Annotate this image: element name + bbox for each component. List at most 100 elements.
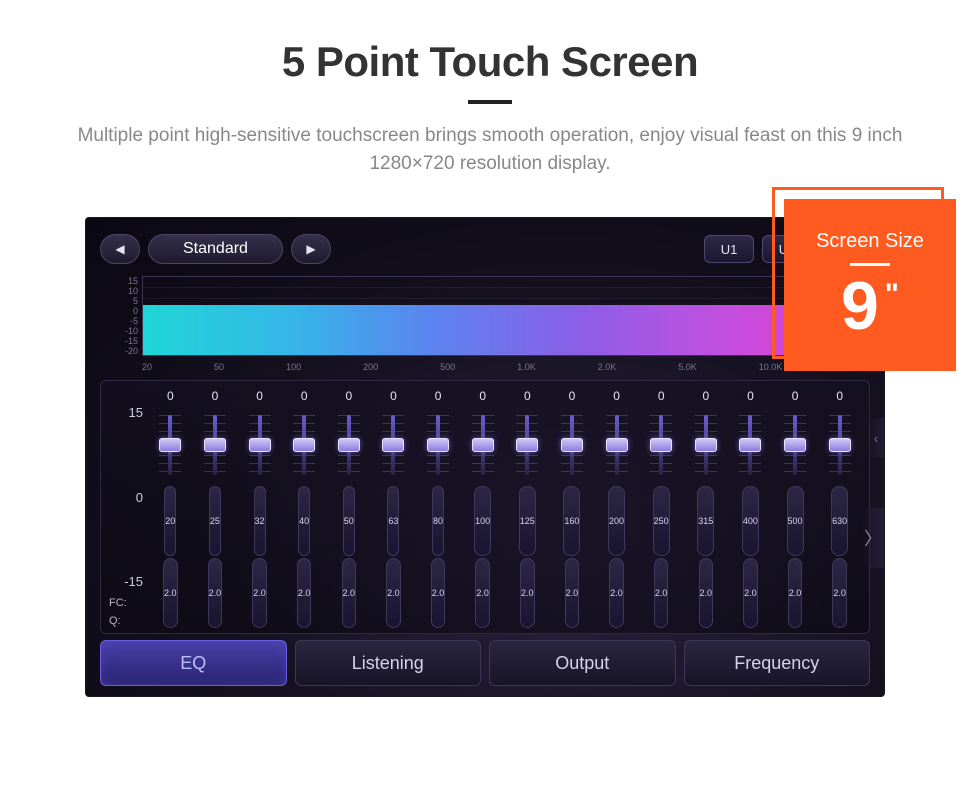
band-fc[interactable]: 500 [787, 486, 804, 556]
slider-knob[interactable] [606, 438, 628, 452]
band-fc[interactable]: 32 [254, 486, 266, 556]
eq-band: 0 20 2.0 [149, 389, 192, 629]
eq-band: 0322.0 [238, 389, 281, 629]
band-fc[interactable]: 400 [742, 486, 759, 556]
band-value: 0 [792, 389, 799, 405]
slider-knob[interactable] [561, 438, 583, 452]
slider-knob[interactable] [695, 438, 717, 452]
band-q[interactable]: 2.0 [208, 558, 223, 628]
slider-knob[interactable] [516, 438, 538, 452]
band-fc[interactable]: 100 [474, 486, 491, 556]
band-q[interactable]: 2.0 [565, 558, 580, 628]
tab-output[interactable]: Output [489, 640, 676, 686]
band-slider[interactable] [149, 411, 192, 479]
band-fc[interactable]: 125 [519, 486, 536, 556]
slider-knob[interactable] [427, 438, 449, 452]
band-fc[interactable]: 250 [653, 486, 670, 556]
band-fc[interactable]: 40 [298, 486, 310, 556]
eq-scale: 15 0 -15 [109, 405, 143, 589]
slider-knob[interactable] [739, 438, 761, 452]
slider-knob[interactable] [382, 438, 404, 452]
band-slider[interactable] [818, 411, 861, 479]
band-q[interactable]: 2.0 [386, 558, 401, 628]
band-fc[interactable]: 63 [387, 486, 399, 556]
spec-y-tick: -15 [116, 336, 138, 346]
band-fc[interactable]: 80 [432, 486, 444, 556]
band-slider[interactable] [729, 411, 772, 479]
band-q[interactable]: 2.0 [743, 558, 758, 628]
band-value: 0 [212, 389, 219, 405]
slider-knob[interactable] [829, 438, 851, 452]
band-q[interactable]: 2.0 [297, 558, 312, 628]
tab-frequency[interactable]: Frequency [684, 640, 871, 686]
eq-band: 02502.0 [640, 389, 683, 629]
spec-y-tick: 15 [116, 276, 138, 286]
band-slider[interactable] [595, 411, 638, 479]
band-q[interactable]: 2.0 [609, 558, 624, 628]
band-slider[interactable] [328, 411, 371, 479]
band-fc[interactable]: 20 [164, 486, 176, 556]
band-q[interactable]: 2.0 [788, 558, 803, 628]
badge-value: 9 [841, 272, 879, 340]
slider-knob[interactable] [204, 438, 226, 452]
band-fc[interactable]: 25 [209, 486, 221, 556]
panel-collapse-icon[interactable]: ‹ [868, 418, 884, 458]
band-q[interactable]: 2.0 [699, 558, 714, 628]
band-value: 0 [524, 389, 531, 405]
band-slider[interactable] [238, 411, 281, 479]
band-fc[interactable]: 315 [697, 486, 714, 556]
slider-knob[interactable] [338, 438, 360, 452]
band-fc[interactable]: 630 [831, 486, 848, 556]
band-q[interactable]: 2.0 [431, 558, 446, 628]
spectrum-plot [142, 276, 868, 356]
band-q[interactable]: 2.0 [832, 558, 847, 628]
band-slider[interactable] [283, 411, 326, 479]
eq-band: 0 63 2.0 [372, 389, 415, 629]
spectrum-fill [143, 305, 867, 355]
band-slider[interactable] [506, 411, 549, 479]
eq-band: 01002.0 [461, 389, 504, 629]
eq-band: 0 50 2.0 [328, 389, 371, 629]
slider-knob[interactable] [784, 438, 806, 452]
tab-listening[interactable]: Listening [295, 640, 482, 686]
slider-knob[interactable] [472, 438, 494, 452]
spec-y-tick: 5 [116, 296, 138, 306]
badge-unit: " [885, 278, 899, 312]
band-slider[interactable] [774, 411, 817, 479]
user-preset-u1[interactable]: U1 [704, 235, 754, 263]
slider-knob[interactable] [293, 438, 315, 452]
eq-band: 04002.0 [729, 389, 772, 629]
spec-x-tick: 20 [142, 362, 152, 372]
band-slider[interactable] [685, 411, 728, 479]
band-q[interactable]: 2.0 [475, 558, 490, 628]
slider-knob[interactable] [159, 438, 181, 452]
band-q[interactable]: 2.0 [342, 558, 357, 628]
band-slider[interactable] [551, 411, 594, 479]
band-q[interactable]: 2.0 [654, 558, 669, 628]
band-q[interactable]: 2.0 [252, 558, 267, 628]
tab-eq[interactable]: EQ [100, 640, 287, 686]
band-value: 0 [167, 389, 174, 405]
preset-prev-button[interactable]: ◀ [100, 234, 140, 264]
band-q[interactable]: 2.0 [520, 558, 535, 628]
band-slider[interactable] [640, 411, 683, 479]
band-slider[interactable] [461, 411, 504, 479]
band-fc[interactable]: 160 [563, 486, 580, 556]
band-value: 0 [345, 389, 352, 405]
page-title: 5 Point Touch Screen [0, 38, 980, 86]
page-subtitle: Multiple point high-sensitive touchscree… [60, 122, 920, 177]
band-slider[interactable] [194, 411, 237, 479]
band-fc[interactable]: 200 [608, 486, 625, 556]
preset-next-button[interactable]: ▶ [291, 234, 331, 264]
band-value: 0 [613, 389, 620, 405]
band-fc[interactable]: 50 [343, 486, 355, 556]
band-value: 0 [390, 389, 397, 405]
preset-name[interactable]: Standard [148, 234, 283, 264]
eq-band: 03152.0 [685, 389, 728, 629]
slider-knob[interactable] [249, 438, 271, 452]
band-slider[interactable] [372, 411, 415, 479]
band-slider[interactable] [417, 411, 460, 479]
next-page-button[interactable]: 〉 [862, 508, 884, 568]
slider-knob[interactable] [650, 438, 672, 452]
band-q[interactable]: 2.0 [163, 558, 178, 628]
